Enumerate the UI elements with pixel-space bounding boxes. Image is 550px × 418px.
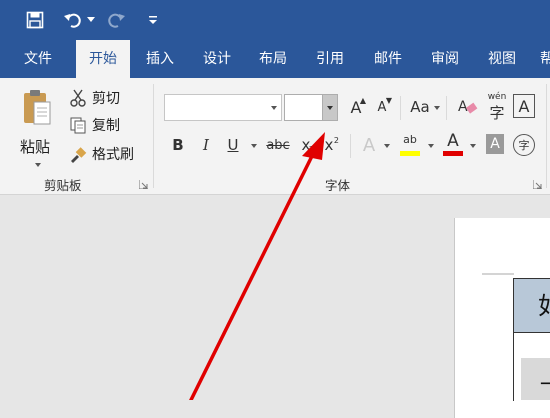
separator bbox=[350, 134, 351, 158]
tab-home[interactable]: 开始 bbox=[76, 40, 130, 78]
font-name-combo[interactable] bbox=[164, 94, 282, 121]
svg-text:A: A bbox=[458, 99, 468, 115]
customize-qat-icon[interactable] bbox=[146, 8, 160, 32]
highlight-dropdown-icon[interactable] bbox=[428, 144, 434, 148]
text-effects-dropdown-icon[interactable] bbox=[384, 144, 390, 148]
paste-dropdown-icon[interactable] bbox=[35, 163, 41, 167]
character-border-button[interactable]: A bbox=[513, 94, 535, 118]
page-corner-mark bbox=[482, 273, 514, 275]
scissors-icon bbox=[68, 88, 88, 108]
tab-design[interactable]: 设计 bbox=[191, 40, 243, 78]
clipboard-launcher-icon[interactable] bbox=[139, 180, 148, 189]
copy-icon bbox=[68, 115, 88, 135]
italic-button[interactable]: I bbox=[196, 134, 216, 156]
tab-insert[interactable]: 插入 bbox=[134, 40, 186, 78]
table-cell-text-2: 一 bbox=[540, 368, 550, 397]
subscript-button[interactable]: x2 bbox=[296, 134, 316, 156]
undo-icon[interactable] bbox=[62, 8, 84, 32]
underline-button[interactable]: U bbox=[223, 134, 243, 156]
bold-button[interactable]: B bbox=[168, 134, 188, 156]
tab-mailings[interactable]: 邮件 bbox=[362, 40, 414, 78]
copy-button[interactable]: 复制 bbox=[68, 115, 120, 135]
separator bbox=[400, 96, 401, 120]
change-case-dropdown-icon[interactable] bbox=[434, 106, 440, 110]
tab-file[interactable]: 文件 bbox=[10, 40, 66, 78]
paste-button[interactable]: 粘贴 bbox=[18, 86, 58, 167]
change-case-button[interactable]: Aa bbox=[408, 96, 432, 118]
tab-review[interactable]: 审阅 bbox=[419, 40, 471, 78]
underline-dropdown-icon[interactable] bbox=[251, 144, 257, 148]
clipboard-group-label: 剪贴板 bbox=[44, 178, 82, 193]
separator bbox=[446, 96, 447, 120]
ribbon: 粘贴 剪切 复制 格式刷 剪贴板 A ▲ A ▼ Aa A wén 字 A B … bbox=[0, 78, 550, 195]
grow-font-button[interactable]: A ▲ bbox=[346, 96, 366, 118]
undo-dropdown-icon[interactable] bbox=[86, 8, 96, 32]
cut-label: 剪切 bbox=[92, 91, 120, 107]
character-shading-button[interactable]: A bbox=[486, 134, 504, 154]
chevron-down-icon[interactable] bbox=[267, 95, 281, 120]
font-launcher-icon[interactable] bbox=[533, 180, 542, 189]
paste-label: 粘贴 bbox=[20, 138, 51, 156]
redo-icon[interactable] bbox=[106, 8, 128, 32]
tab-view[interactable]: 视图 bbox=[476, 40, 528, 78]
font-size-combo[interactable] bbox=[284, 94, 338, 121]
superscript-button[interactable]: x2 bbox=[318, 134, 340, 156]
table-cell-text: 如 bbox=[538, 286, 550, 321]
title-bar bbox=[0, 0, 550, 40]
font-color-dropdown-icon[interactable] bbox=[470, 144, 476, 148]
format-painter-icon bbox=[68, 144, 88, 164]
pinyin-guide-button[interactable]: wén 字 bbox=[486, 92, 508, 122]
ribbon-tabs: 文件 开始 插入 设计 布局 引用 邮件 审阅 视图 帮 bbox=[0, 40, 550, 78]
shrink-font-button[interactable]: A ▼ bbox=[372, 96, 392, 118]
cut-button[interactable]: 剪切 bbox=[68, 88, 120, 108]
copy-label: 复制 bbox=[92, 118, 120, 134]
font-group-label: 字体 bbox=[325, 178, 351, 193]
highlight-button[interactable]: ab bbox=[398, 130, 422, 158]
format-painter-button[interactable]: 格式刷 bbox=[68, 144, 134, 164]
strikethrough-button[interactable]: abc bbox=[264, 134, 292, 156]
paste-icon bbox=[24, 90, 51, 125]
tab-help[interactable]: 帮 bbox=[532, 40, 550, 78]
tab-layout[interactable]: 布局 bbox=[247, 40, 299, 78]
text-effects-button[interactable]: A bbox=[358, 133, 380, 157]
tab-references[interactable]: 引用 bbox=[304, 40, 356, 78]
chevron-down-icon[interactable] bbox=[322, 95, 337, 120]
font-color-button[interactable]: A bbox=[442, 130, 464, 158]
clear-formatting-icon[interactable]: A bbox=[456, 95, 480, 119]
enclose-characters-button[interactable]: 字 bbox=[513, 134, 535, 156]
group-separator bbox=[546, 84, 547, 188]
format-painter-label: 格式刷 bbox=[92, 147, 134, 163]
group-separator bbox=[153, 84, 154, 188]
save-icon[interactable] bbox=[24, 8, 46, 32]
